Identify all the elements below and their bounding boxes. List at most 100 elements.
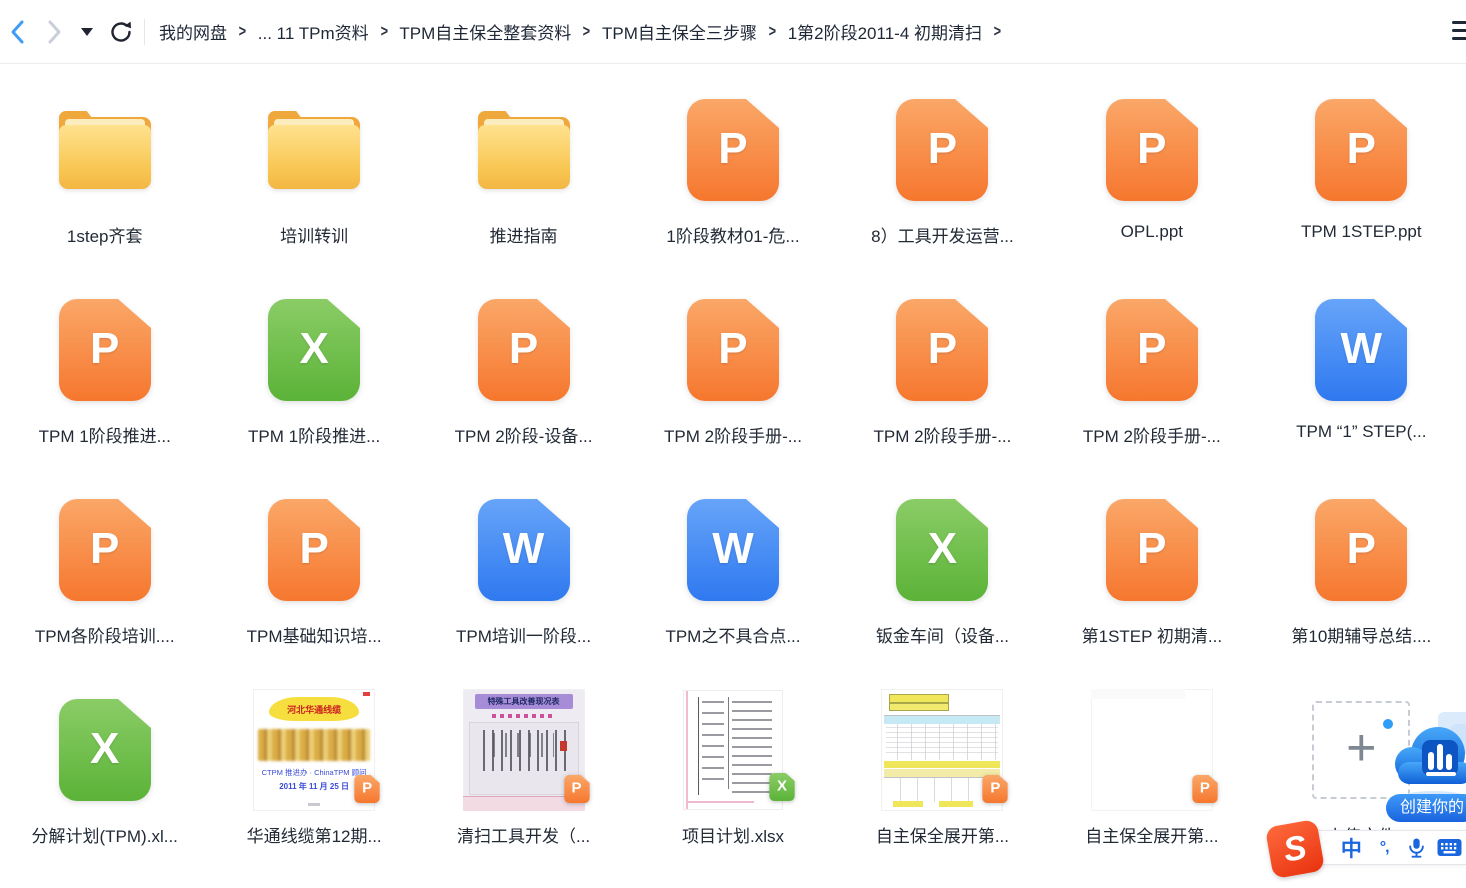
file-name: TPM 1阶段推进... [39, 422, 171, 447]
breadcrumb-item[interactable]: 1第2阶段2011-4 初期清扫 [788, 19, 982, 44]
file-item[interactable]: P TPM 2阶段-设备... [419, 284, 628, 484]
excel-letter: X [928, 524, 957, 574]
chevron-right-icon [41, 19, 65, 45]
word-letter: W [712, 524, 754, 574]
file-item[interactable]: W TPM “1” STEP(... [1257, 284, 1466, 484]
file-item[interactable]: P 自主保全展开第... [838, 684, 1047, 884]
folder-item[interactable]: 推进指南 [419, 84, 628, 284]
folder-item[interactable]: 1step齐套 [0, 84, 209, 284]
file-item[interactable]: P 第1STEP 初期清... [1047, 484, 1256, 684]
ppt-letter: P [928, 124, 957, 174]
breadcrumb-item[interactable]: 我的网盘 [159, 19, 227, 44]
excel-file-icon: X [896, 499, 988, 601]
file-item[interactable]: P TPM 1阶段推进... [0, 284, 209, 484]
sogou-logo-icon[interactable]: S [1265, 819, 1325, 879]
ime-language-toggle[interactable]: 中 [1335, 833, 1368, 863]
file-item[interactable]: X 分解计划(TPM).xl... [0, 684, 209, 884]
ppt-file-icon: P [896, 299, 988, 401]
ppt-letter: P [1137, 124, 1166, 174]
file-name: 钣金车间（设备... [876, 622, 1009, 647]
page-header: 我的网盘 > ... 11 TPm资料 > TPM自主保全整套资料 > TPM自… [0, 0, 1466, 64]
ppt-letter: P [299, 524, 328, 574]
file-name: 项目计划.xlsx [682, 822, 784, 847]
caret-down-icon [81, 28, 93, 36]
ppt-letter: P [1347, 124, 1376, 174]
ppt-file-icon: P [1106, 99, 1198, 201]
excel-file-icon: X [268, 299, 360, 401]
excel-badge-icon: X [768, 773, 796, 801]
back-button[interactable] [2, 15, 36, 49]
file-item[interactable]: P TPM各阶段培训.... [0, 484, 209, 684]
microphone-icon[interactable] [1401, 837, 1434, 859]
excel-letter: X [90, 724, 119, 774]
file-item[interactable]: W TPM培训一阶段... [419, 484, 628, 684]
ppt-slide-thumbnail: 河北华通线缆 CTPM 推进办 · ChinaTPM 顾问 2011 年 11 … [253, 689, 375, 811]
slide-arch-title: 河北华通线缆 [269, 697, 359, 721]
file-item[interactable]: X TPM 1阶段推进... [209, 284, 418, 484]
ppt-file-icon: P [268, 499, 360, 601]
ppt-file-icon: P [59, 499, 151, 601]
breadcrumb-item[interactable]: TPM自主保全三步骤 [602, 19, 757, 44]
history-dropdown-button[interactable] [70, 15, 104, 49]
file-name: 第1STEP 初期清... [1082, 622, 1222, 647]
file-name: TPM 1STEP.ppt [1301, 222, 1422, 242]
breadcrumb-separator-icon: > [380, 22, 387, 41]
ppt-badge-icon: P [353, 775, 381, 803]
file-name: 自主保全展开第... [1085, 822, 1218, 847]
ppt-file-icon: P [687, 99, 779, 201]
keyboard-icon[interactable] [1433, 838, 1466, 857]
folder-icon [268, 111, 360, 189]
ppt-badge-icon: P [981, 775, 1009, 803]
refresh-button[interactable] [104, 15, 138, 49]
create-button[interactable]: 创建你的 [1386, 794, 1466, 822]
ime-punctuation-toggle[interactable]: °, [1368, 839, 1401, 857]
ppt-letter: P [90, 524, 119, 574]
excel-file-icon: X [59, 699, 151, 801]
file-item[interactable]: W TPM之不具合点... [628, 484, 837, 684]
word-file-icon: W [1315, 299, 1407, 401]
file-item[interactable]: P TPM 2阶段手册-... [628, 284, 837, 484]
file-item[interactable]: P 8）工具开发运营... [838, 84, 1047, 284]
ppt-badge-icon: P [1191, 775, 1219, 803]
ppt-file-icon: P [1106, 299, 1198, 401]
ppt-file-icon: P [478, 299, 570, 401]
ppt-letter: P [1137, 524, 1166, 574]
file-item[interactable]: X 项目计划.xlsx [628, 684, 837, 884]
file-item[interactable]: X 钣金车间（设备... [838, 484, 1047, 684]
photo-banner: 特殊工具改善现况表 [475, 694, 573, 709]
file-item[interactable]: P 第10期辅导总结.... [1257, 484, 1466, 684]
forward-button[interactable] [36, 15, 70, 49]
file-item[interactable]: P OPL.ppt [1047, 84, 1256, 284]
file-name: 自主保全展开第... [876, 822, 1009, 847]
breadcrumb-separator-icon: > [994, 22, 1001, 41]
ppt-file-icon: P [687, 299, 779, 401]
ppt-table-thumbnail: P [881, 689, 1003, 811]
word-file-icon: W [478, 499, 570, 601]
file-item[interactable]: P TPM 1STEP.ppt [1257, 84, 1466, 284]
file-name: TPM 1阶段推进... [248, 422, 380, 447]
word-letter: W [1341, 324, 1383, 374]
breadcrumb-item[interactable]: TPM自主保全整套资料 [399, 19, 571, 44]
breadcrumb-item[interactable]: ... 11 TPm资料 [258, 19, 369, 44]
ppt-file-icon: P [1315, 499, 1407, 601]
file-item[interactable]: 河北华通线缆 CTPM 推进办 · ChinaTPM 顾问 2011 年 11 … [209, 684, 418, 884]
file-item[interactable]: 特殊工具改善现况表 P 清扫工具开发（... [419, 684, 628, 884]
menu-icon[interactable] [1452, 21, 1466, 40]
file-name: 1阶段教材01-危... [666, 222, 799, 247]
file-item[interactable]: P TPM 2阶段手册-... [838, 284, 1047, 484]
file-item[interactable]: P 自主保全展开第... [1047, 684, 1256, 884]
file-item[interactable]: P TPM 2阶段手册-... [1047, 284, 1256, 484]
ppt-badge-icon: P [563, 775, 591, 803]
ppt-photo-thumbnail: 特殊工具改善现况表 P [463, 689, 585, 811]
folder-item[interactable]: 培训转训 [209, 84, 418, 284]
breadcrumb-separator-icon: > [583, 22, 590, 41]
ppt-letter: P [90, 324, 119, 374]
promo-widget[interactable]: 创建你的 [1376, 710, 1466, 832]
file-item[interactable]: P TPM基础知识培... [209, 484, 418, 684]
chevron-left-icon [7, 19, 31, 45]
ppt-letter: P [718, 324, 747, 374]
divider [144, 19, 145, 45]
file-name: TPM 2阶段手册-... [1083, 422, 1221, 447]
file-item[interactable]: P 1阶段教材01-危... [628, 84, 837, 284]
file-name: TPM 2阶段手册-... [664, 422, 802, 447]
